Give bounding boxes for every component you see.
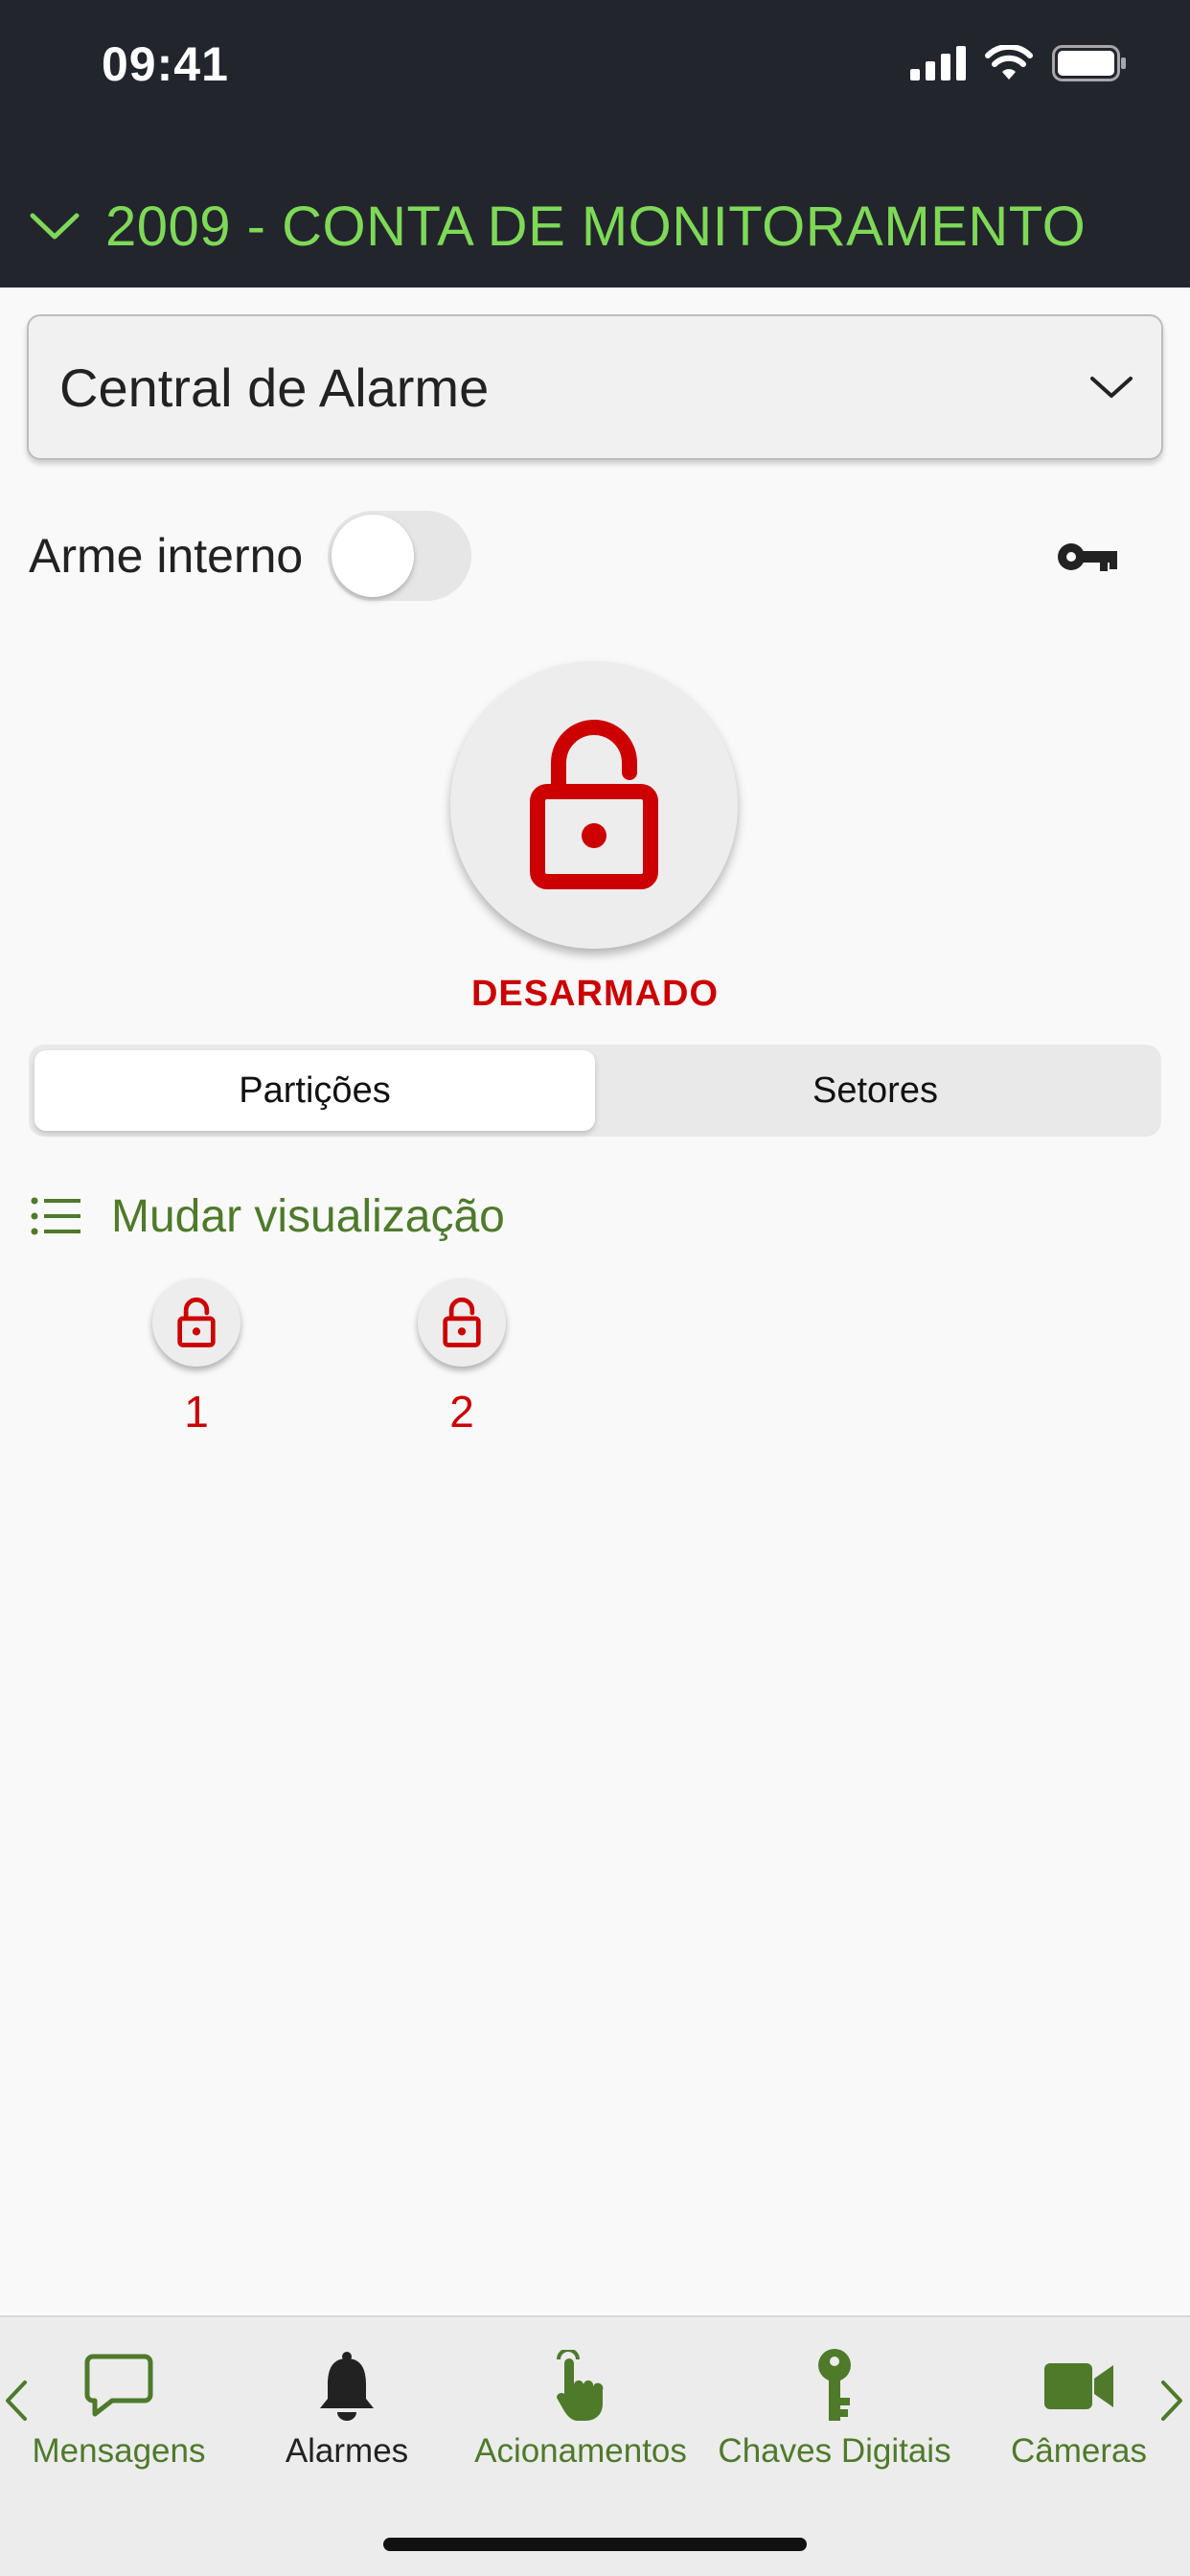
bell-icon bbox=[320, 2352, 374, 2421]
wifi-icon bbox=[985, 45, 1033, 80]
key-icon bbox=[1058, 543, 1117, 571]
panel-select-value: Central de Alarme bbox=[59, 356, 490, 418]
signal-icon bbox=[910, 46, 966, 80]
tab-chaves-digitais[interactable]: Chaves Digitais bbox=[705, 2317, 964, 2471]
unlocked-padlock-icon bbox=[177, 1297, 216, 1347]
partition-button[interactable] bbox=[152, 1278, 240, 1367]
arm-disarm-button[interactable] bbox=[450, 661, 738, 949]
home-indicator bbox=[383, 2538, 807, 2551]
change-view-button[interactable]: Mudar visualização bbox=[31, 1184, 505, 1248]
chevron-down-icon bbox=[1090, 377, 1133, 398]
panel-select[interactable]: Central de Alarme bbox=[27, 314, 1163, 460]
status-time: 09:41 bbox=[102, 37, 229, 91]
chevron-right-icon[interactable] bbox=[1159, 2379, 1184, 2423]
view-segmented-control: Partições Setores bbox=[29, 1045, 1161, 1137]
alarm-state-label: DESARMADO bbox=[470, 974, 720, 1014]
app-header: 09:41 2009 - CONTA DE MONITORAMENTO bbox=[0, 0, 1190, 288]
unlocked-padlock-icon bbox=[443, 1297, 481, 1347]
tab-mensagens[interactable]: Mensagens bbox=[25, 2317, 213, 2471]
arm-internal-label: Arme interno bbox=[29, 529, 304, 583]
partition-item[interactable]: 2 bbox=[416, 1278, 508, 1438]
chevron-down-icon bbox=[30, 213, 80, 240]
status-icons bbox=[910, 44, 1127, 82]
bottom-tab-bar: Mensagens Alarmes Acionamentos Chaves Di… bbox=[0, 2315, 1190, 2576]
partition-number: 2 bbox=[449, 1387, 474, 1437]
toggle-knob bbox=[332, 515, 415, 597]
tab-acionamentos[interactable]: Acionamentos bbox=[466, 2317, 696, 2471]
partition-item[interactable]: 1 bbox=[150, 1278, 242, 1438]
chat-bubble-icon bbox=[84, 2354, 153, 2417]
tab-label: Mensagens bbox=[32, 2432, 206, 2470]
key-button[interactable] bbox=[1054, 531, 1121, 583]
unlocked-padlock-icon bbox=[530, 720, 658, 889]
tab-label: Acionamentos bbox=[474, 2432, 687, 2470]
list-icon bbox=[31, 1197, 80, 1235]
change-view-label: Mudar visualização bbox=[111, 1190, 505, 1242]
tab-cameras[interactable]: Câmeras bbox=[987, 2317, 1171, 2471]
segment-setores[interactable]: Setores bbox=[595, 1050, 1156, 1131]
key-icon bbox=[818, 2349, 851, 2421]
tab-label: Alarmes bbox=[285, 2432, 409, 2470]
account-selector[interactable]: 2009 - CONTA DE MONITORAMENTO bbox=[29, 188, 1086, 264]
battery-icon bbox=[1052, 45, 1126, 81]
tab-alarmes[interactable]: Alarmes bbox=[261, 2317, 433, 2471]
segment-particoes[interactable]: Partições bbox=[34, 1050, 595, 1131]
hand-pointer-icon bbox=[557, 2350, 604, 2421]
partition-button[interactable] bbox=[418, 1278, 506, 1367]
tab-label: Chaves Digitais bbox=[718, 2432, 951, 2470]
account-title: 2009 - CONTA DE MONITORAMENTO bbox=[105, 195, 1087, 258]
arm-internal-toggle[interactable] bbox=[328, 511, 472, 601]
tab-label: Câmeras bbox=[1011, 2432, 1147, 2470]
partition-number: 1 bbox=[184, 1387, 209, 1437]
arm-internal-row: Arme interno bbox=[29, 508, 1159, 604]
video-camera-icon bbox=[1044, 2363, 1113, 2409]
